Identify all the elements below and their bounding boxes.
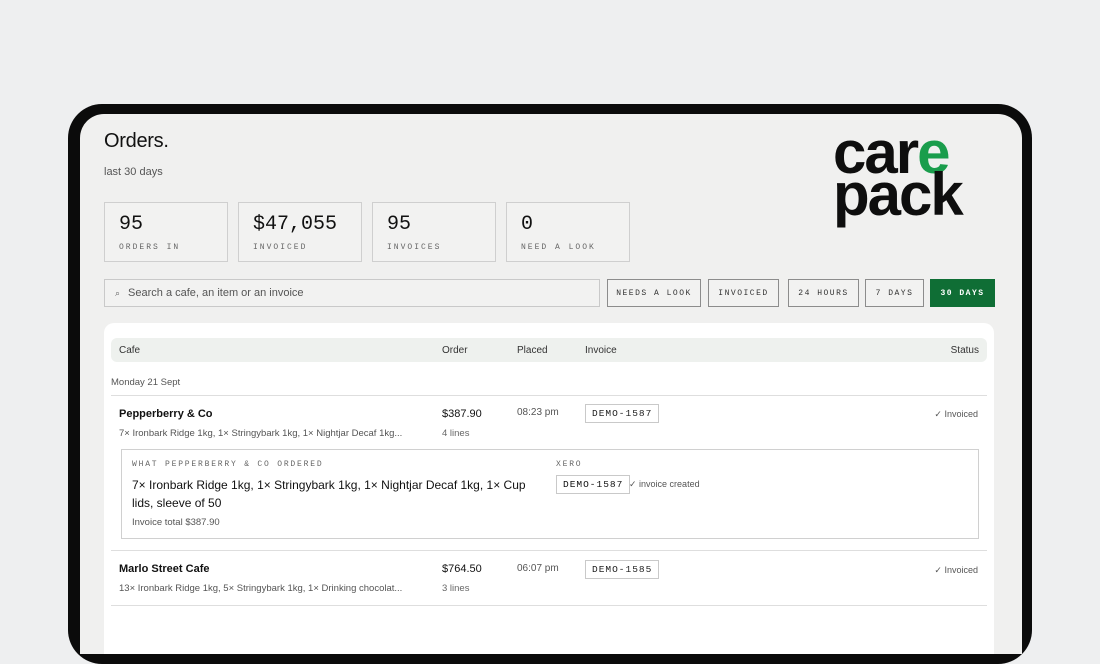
- status-badge: ✓ Invoiced: [934, 409, 978, 419]
- stat-value: 95: [119, 213, 144, 236]
- carepack-logo: care pack: [833, 119, 964, 228]
- stat-label: ORDERS IN: [119, 243, 181, 252]
- row-placed: 06:07 pm: [517, 563, 559, 574]
- row-lines: 4 lines: [442, 428, 470, 439]
- row-items: 7× Ironbark Ridge 1kg, 1× Stringybark 1k…: [119, 428, 403, 439]
- row-items: 13× Ironbark Ridge 1kg, 5× Stringybark 1…: [119, 583, 403, 594]
- stat-value: 95: [387, 213, 412, 236]
- col-cafe[interactable]: Cafe: [119, 345, 140, 356]
- row-amount: $764.50: [442, 563, 482, 575]
- stat-label: INVOICES: [387, 243, 442, 252]
- col-placed[interactable]: Placed: [517, 345, 548, 356]
- page-subtitle: last 30 days: [104, 166, 163, 178]
- filter-30-days[interactable]: 30 DAYS: [930, 279, 995, 307]
- search-input[interactable]: [128, 287, 569, 299]
- detail-label: WHAT PEPPERBERRY & CO ORDERED: [132, 460, 324, 469]
- stat-label: INVOICED: [253, 243, 308, 252]
- stat-value: $47,055: [253, 213, 338, 236]
- xero-invoice-tag[interactable]: DEMO-1587: [556, 475, 631, 494]
- filter-7-days[interactable]: 7 DAYS: [865, 279, 924, 307]
- divider: [111, 550, 987, 551]
- filter-needs-a-look[interactable]: NEEDS A LOOK: [607, 279, 701, 307]
- stat-value: 0: [521, 213, 534, 236]
- status-badge: ✓ Invoiced: [934, 565, 978, 575]
- row-lines: 3 lines: [442, 583, 470, 594]
- divider: [111, 395, 987, 396]
- group-date-label: Monday 21 Sept: [111, 377, 181, 388]
- stat-invoices: 95 INVOICES: [372, 202, 496, 262]
- divider: [111, 605, 987, 606]
- xero-status: ✓ invoice created: [629, 479, 700, 489]
- stats-row: 95 ORDERS IN $47,055 INVOICED 95 INVOICE…: [104, 202, 630, 262]
- col-status[interactable]: Status: [951, 345, 979, 356]
- detail-items: 7× Ironbark Ridge 1kg, 1× Stringybark 1k…: [132, 478, 526, 510]
- invoice-tag[interactable]: DEMO-1587: [585, 404, 660, 423]
- row-amount: $387.90: [442, 408, 482, 420]
- col-invoice[interactable]: Invoice: [585, 345, 617, 356]
- stat-label: NEED A LOOK: [521, 243, 596, 252]
- filter-invoiced[interactable]: INVOICED: [708, 279, 779, 307]
- row-cafe-name[interactable]: Marlo Street Cafe: [119, 563, 209, 575]
- stat-need-a-look: 0 NEED A LOOK: [506, 202, 630, 262]
- stat-orders-in: 95 ORDERS IN: [104, 202, 228, 262]
- stat-invoiced: $47,055 INVOICED: [238, 202, 362, 262]
- filter-24-hours[interactable]: 24 HOURS: [788, 279, 859, 307]
- order-detail-panel: WHAT PEPPERBERRY & CO ORDERED 7× Ironbar…: [121, 449, 979, 539]
- col-order[interactable]: Order: [442, 345, 468, 356]
- row-cafe-name[interactable]: Pepperberry & Co: [119, 408, 213, 420]
- invoice-tag[interactable]: DEMO-1585: [585, 560, 660, 579]
- orders-table: Cafe Order Placed Invoice Status Monday …: [104, 323, 994, 654]
- search-icon: ⌕: [115, 287, 121, 298]
- app-screen: Orders. last 30 days care pack 95 ORDERS…: [80, 114, 1022, 654]
- table-header: Cafe Order Placed Invoice Status: [111, 338, 987, 362]
- row-placed: 08:23 pm: [517, 407, 559, 418]
- detail-total: Invoice total $387.90: [132, 517, 220, 528]
- search-box[interactable]: ⌕: [104, 279, 600, 307]
- xero-label: XERO: [556, 460, 583, 469]
- page-title: Orders.: [104, 130, 169, 152]
